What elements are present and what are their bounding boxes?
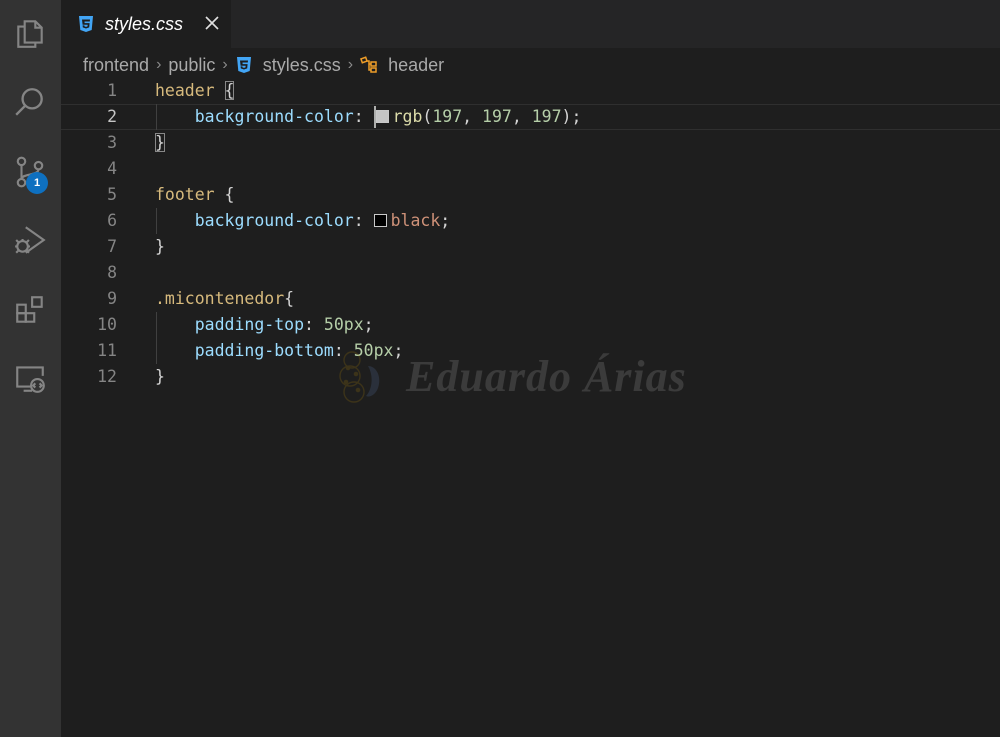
code-token: padding-top xyxy=(194,315,305,334)
code-token: header xyxy=(155,81,215,100)
code-token: : xyxy=(353,211,374,230)
code-line[interactable]: 3} xyxy=(61,130,1000,156)
breadcrumb: frontend › public › styles.css › header xyxy=(83,52,444,78)
color-swatch[interactable] xyxy=(375,110,389,123)
watermark-logo-icon xyxy=(339,351,380,403)
code-line[interactable]: 10 padding-top: 50px; xyxy=(61,312,1000,338)
code-token: ; xyxy=(363,315,374,334)
code-line[interactable]: 1 header { xyxy=(61,78,1000,104)
code-editor[interactable]: 1 header {2 background-color: rgb(197, 19… xyxy=(61,78,1000,737)
breadcrumb-item-frontend[interactable]: frontend xyxy=(83,55,149,76)
extensions-icon[interactable] xyxy=(8,288,52,332)
source-control-badge: 1 xyxy=(26,172,48,194)
code-token: } xyxy=(155,237,165,256)
breadcrumb-symbol-label: header xyxy=(388,54,445,75)
indent-guide xyxy=(156,312,157,364)
run-debug-icon[interactable] xyxy=(8,218,52,262)
code-line[interactable]: 2 background-color: rgb(197, 197, 197); xyxy=(61,104,1000,130)
line-number: 6 xyxy=(107,211,117,230)
line-number: 4 xyxy=(107,159,117,178)
code-line[interactable]: 7} xyxy=(61,234,1000,260)
line-number: 11 xyxy=(97,341,117,360)
line-number: 12 xyxy=(97,367,117,386)
line-number: 10 xyxy=(97,315,117,334)
code-line[interactable]: 5 footer { xyxy=(61,182,1000,208)
code-text: } xyxy=(155,364,165,390)
code-line[interactable]: 9 .micontenedor{ xyxy=(61,286,1000,312)
code-token: background-color xyxy=(194,211,354,230)
code-line[interactable]: 4 xyxy=(61,156,1000,182)
chevron-right-icon: › xyxy=(222,56,228,73)
code-text: } xyxy=(155,234,165,260)
close-icon[interactable] xyxy=(201,12,223,34)
line-number: 1 xyxy=(107,81,117,100)
code-text: header { xyxy=(155,78,235,104)
css-file-icon xyxy=(236,57,251,73)
code-token: background-color xyxy=(194,107,354,126)
code-token: { xyxy=(224,81,235,100)
line-number: 9 xyxy=(107,289,117,308)
code-text: footer { xyxy=(155,182,234,208)
breadcrumb-item-file[interactable]: styles.css xyxy=(235,55,341,76)
tab-bar: styles.css xyxy=(61,0,1000,48)
code-token: 50px xyxy=(323,315,364,334)
color-swatch[interactable] xyxy=(373,214,387,227)
code-token: { xyxy=(214,185,235,204)
code-token: rgb xyxy=(392,107,423,126)
symbol-class-icon xyxy=(360,56,377,73)
code-text: padding-top: 50px; xyxy=(155,312,374,338)
code-text: .micontenedor{ xyxy=(155,286,294,312)
code-token: footer xyxy=(155,185,215,204)
tab-label: styles.css xyxy=(105,13,184,34)
breadcrumb-item-symbol[interactable]: header xyxy=(360,55,444,76)
line-number: 7 xyxy=(107,237,117,256)
activity-bar: 1 xyxy=(0,0,61,737)
code-text: background-color: rgb(197, 197, 197); xyxy=(155,105,581,129)
remote-explorer-icon[interactable] xyxy=(8,356,52,400)
code-token: 197 xyxy=(432,107,463,126)
line-number: 3 xyxy=(107,133,117,152)
code-token: } xyxy=(155,367,165,386)
code-token: ); xyxy=(561,107,582,126)
css-file-icon xyxy=(79,16,93,32)
code-token: , xyxy=(511,107,532,126)
breadcrumb-file-label: styles.css xyxy=(262,54,341,75)
code-token: padding-bottom xyxy=(194,341,334,360)
search-icon[interactable] xyxy=(8,80,52,124)
line-number: 8 xyxy=(107,263,117,282)
code-line[interactable]: 6 background-color: black; xyxy=(61,208,1000,234)
chevron-right-icon: › xyxy=(156,56,162,73)
tab-styles-css[interactable]: styles.css xyxy=(61,0,231,48)
code-token: 197 xyxy=(482,107,512,126)
indent-guide xyxy=(156,208,157,234)
indent-guide xyxy=(156,104,157,130)
code-token: .micontenedor xyxy=(155,289,285,308)
code-line[interactable]: 8 xyxy=(61,260,1000,286)
line-number: 2 xyxy=(107,107,117,126)
line-number: 5 xyxy=(107,185,117,204)
code-token: { xyxy=(284,289,295,308)
files-icon[interactable] xyxy=(8,12,52,56)
watermark-text: Eduardo Árias xyxy=(406,351,687,401)
code-token: ( xyxy=(422,107,433,126)
breadcrumb-item-public[interactable]: public xyxy=(168,55,215,76)
chevron-right-icon: › xyxy=(347,56,354,73)
code-token: : xyxy=(304,315,324,334)
code-token: 197 xyxy=(531,107,562,126)
code-token: } xyxy=(155,133,165,152)
code-token: , xyxy=(462,107,483,126)
code-token: black xyxy=(390,211,441,230)
code-token: : xyxy=(353,107,374,126)
code-text: } xyxy=(155,130,165,156)
code-text: background-color: black; xyxy=(155,208,450,234)
code-token: ; xyxy=(440,211,451,230)
watermark: Eduardo Árias xyxy=(334,346,687,406)
